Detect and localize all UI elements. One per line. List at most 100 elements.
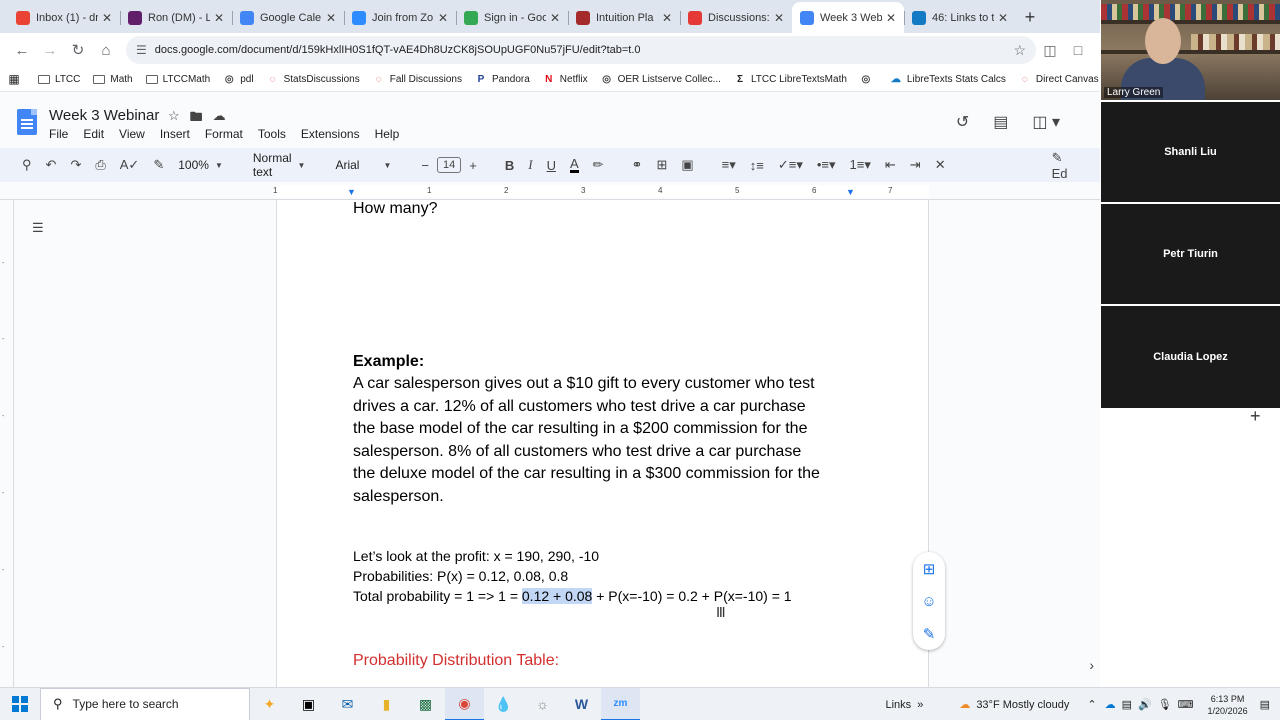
increase-font-size-icon[interactable]: + <box>469 158 477 173</box>
increase-indent-icon[interactable]: ⇥ <box>910 157 921 173</box>
paint-format-icon[interactable]: ✎ <box>153 157 164 173</box>
highlight-icon[interactable]: ✏ <box>593 157 604 173</box>
meet-camera-icon[interactable]: ◫ ▾ <box>1032 112 1060 132</box>
chevron-right-icon[interactable]: » <box>917 699 923 711</box>
chrome-icon[interactable]: ◉ <box>445 687 484 720</box>
bookmark-item[interactable]: Σ LTCC LibreTextsMath <box>734 73 847 85</box>
new-tab-button[interactable]: + <box>1016 2 1044 33</box>
menu-format[interactable]: Format <box>205 127 243 141</box>
close-tab-icon[interactable]: ✕ <box>214 11 224 25</box>
undo-icon[interactable]: ↶ <box>46 157 57 173</box>
right-indent-marker[interactable]: ▼ <box>846 187 855 197</box>
document-page[interactable]: How many? Example: A car salesperson giv… <box>276 200 929 687</box>
apps-icon[interactable]: ▦ <box>8 72 25 86</box>
zoom-app-icon[interactable]: zm <box>601 687 640 720</box>
browser-tab[interactable]: Discussions: ✕ <box>680 2 792 33</box>
bookmark-item[interactable]: ◎ pdl <box>223 73 254 85</box>
bold-icon[interactable]: B <box>505 158 514 173</box>
add-comment-icon[interactable]: ⊞ <box>656 157 667 173</box>
search-menus-icon[interactable]: ⚲ <box>22 157 32 173</box>
back-icon[interactable]: ← <box>8 42 36 59</box>
tray-chevron-icon[interactable]: ⌃ <box>1087 698 1096 711</box>
add-participant-icon[interactable]: + <box>1250 406 1261 427</box>
line-spacing-icon[interactable]: ↕≡ <box>750 158 764 173</box>
bookmark-item[interactable]: ◌ Direct Canvas Lin <box>1019 73 1100 85</box>
bookmark-item[interactable]: ☁ LibreTexts Stats Calcs <box>890 73 1006 85</box>
menu-help[interactable]: Help <box>375 127 400 141</box>
italic-icon[interactable]: I <box>528 157 532 173</box>
clear-formatting-icon[interactable]: ✕ <box>935 157 946 173</box>
taskbar-search-box[interactable]: ⚲ Type here to search <box>40 687 250 720</box>
underline-icon[interactable]: U <box>547 158 556 173</box>
drop-app-icon[interactable]: 💧 <box>484 688 523 720</box>
browser-tab[interactable]: Week 3 Web ✕ <box>792 2 904 33</box>
zoom-select[interactable]: 100% ▼ <box>178 158 223 172</box>
file-explorer-icon[interactable]: ▮ <box>367 688 406 720</box>
style-select[interactable]: Normal text ▼ <box>253 151 306 179</box>
chevron-right-icon[interactable]: › <box>1089 657 1094 673</box>
bulleted-list-icon[interactable]: •≡▾ <box>817 157 836 173</box>
comments-icon[interactable]: ▤ <box>993 112 1008 132</box>
horizontal-ruler[interactable]: 1 1 2 3 4 5 6 7 ▼ ▼ <box>0 182 1100 200</box>
browser-tab[interactable]: Join from Zo ✕ <box>344 2 456 33</box>
version-history-icon[interactable]: ↺ <box>956 112 969 132</box>
menu-insert[interactable]: Insert <box>160 127 190 141</box>
close-tab-icon[interactable]: ✕ <box>326 11 336 25</box>
participant-video-larry[interactable]: Larry Green <box>1101 0 1280 100</box>
suggest-edits-icon[interactable]: ✎ <box>923 625 936 643</box>
forward-icon[interactable]: → <box>36 42 64 59</box>
browser-tab[interactable]: 46: Links to t ✕ <box>904 2 1016 33</box>
bookmark-item[interactable]: ◎ OER Listserve Collec... <box>601 73 721 85</box>
close-tab-icon[interactable]: ✕ <box>662 11 672 25</box>
close-tab-icon[interactable]: ✕ <box>102 11 112 25</box>
sidepanel-icon[interactable]: □ <box>1064 42 1092 58</box>
home-icon[interactable]: ⌂ <box>92 42 120 59</box>
close-tab-icon[interactable]: ✕ <box>438 11 448 25</box>
bookmark-item[interactable]: LTCCMath <box>145 73 210 85</box>
menu-file[interactable]: File <box>49 127 68 141</box>
document-outline-icon[interactable]: ☰ <box>32 220 44 236</box>
browser-tab[interactable]: Inbox (1) - dr ✕ <box>8 2 120 33</box>
microphone-icon[interactable]: 🎙 <box>1158 698 1172 711</box>
excel-icon[interactable]: ▩ <box>406 688 445 720</box>
extensions-icon[interactable]: ◫ <box>1036 42 1064 59</box>
add-comment-icon[interactable]: ⊞ <box>923 560 936 578</box>
emoji-reaction-icon[interactable]: ☺ <box>921 593 936 610</box>
print-icon[interactable]: ⎙ <box>95 157 105 173</box>
notifications-icon[interactable]: ▤ <box>1260 698 1270 711</box>
paint-app-icon[interactable]: ☼ <box>523 688 562 720</box>
spellcheck-icon[interactable]: A✓ <box>120 157 140 173</box>
participant-tile[interactable]: Petr Tiurin <box>1101 204 1280 304</box>
cloud-sync-icon[interactable]: ☁ <box>1105 698 1116 711</box>
bookmark-item[interactable]: ◌ StatsDiscussions <box>267 73 360 85</box>
bookmark-item[interactable]: ◌ Fall Discussions <box>373 73 462 85</box>
edit-mode-icon[interactable]: ✎ Ed <box>1052 150 1068 181</box>
outlook-icon[interactable]: ✉ <box>328 688 367 720</box>
clock[interactable]: 6:13 PM 1/20/2026 <box>1208 693 1248 717</box>
font-select[interactable]: Arial ▼ <box>335 158 391 172</box>
insert-image-icon[interactable]: ▣ <box>681 157 693 173</box>
weather-widget[interactable]: ☁ 33°F Mostly cloudy <box>959 698 1069 712</box>
bookmark-item[interactable]: P Pandora <box>475 73 530 85</box>
task-view-icon[interactable]: ▣ <box>289 688 328 720</box>
bookmark-star-icon[interactable]: ☆ <box>1013 42 1026 59</box>
align-icon[interactable]: ≡▾ <box>722 157 736 173</box>
site-info-icon[interactable]: ☰ <box>136 43 147 57</box>
close-tab-icon[interactable]: ✕ <box>998 11 1008 25</box>
redo-icon[interactable]: ↷ <box>70 157 81 173</box>
bookmark-item[interactable]: ◎ <box>860 73 877 85</box>
network-icon[interactable]: ▤ <box>1122 698 1132 711</box>
close-tab-icon[interactable]: ✕ <box>886 11 896 25</box>
volume-icon[interactable]: 🔊 <box>1138 698 1152 711</box>
menu-tools[interactable]: Tools <box>258 127 286 141</box>
browser-tab[interactable]: Sign in - Goo ✕ <box>456 2 568 33</box>
word-icon[interactable]: W <box>562 688 601 720</box>
bookmark-item[interactable]: LTCC <box>38 73 80 85</box>
text-color-icon[interactable]: A <box>569 157 579 173</box>
menu-edit[interactable]: Edit <box>83 127 104 141</box>
menu-extensions[interactable]: Extensions <box>301 127 360 141</box>
decrease-font-size-icon[interactable]: − <box>421 158 429 173</box>
close-tab-icon[interactable]: ✕ <box>550 11 560 25</box>
left-indent-marker[interactable]: ▼ <box>347 187 356 197</box>
participant-tile[interactable]: Shanli Liu <box>1101 102 1280 202</box>
